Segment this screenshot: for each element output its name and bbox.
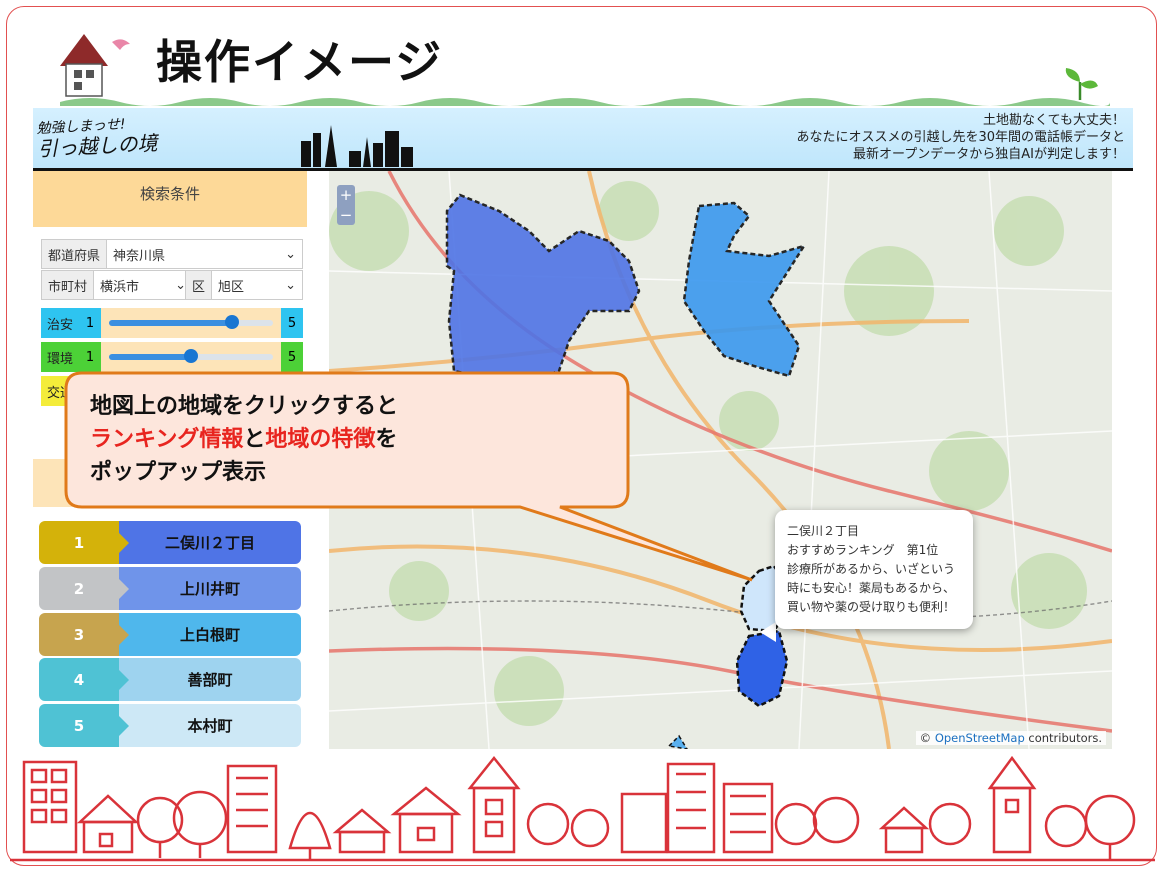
- chevron-down-icon: ⌄: [285, 277, 296, 293]
- prefecture-label: 都道府県: [42, 240, 108, 268]
- app-header: 勉強しまっせ! 引っ越しの境 土地勘なくても大丈夫！ あなたにオススメの引越し先…: [33, 108, 1133, 171]
- callout-line-2: ランキング情報と地域の特徴を: [90, 423, 398, 456]
- attribution-suffix: contributors.: [1024, 731, 1102, 745]
- slider-safety: 治安 1 5: [41, 308, 303, 338]
- zoom-in-button[interactable]: +: [337, 185, 355, 205]
- slider-safety-handle[interactable]: [225, 315, 239, 329]
- ranking-item-4[interactable]: 4 善部町: [39, 658, 301, 701]
- slider-safety-fill: [109, 320, 232, 326]
- slide-title: 操作イメージ: [156, 35, 444, 89]
- skyline-icon: [301, 125, 413, 167]
- slider-safety-max: 5: [281, 308, 303, 338]
- ward-select[interactable]: 区 旭区 ⌄: [185, 270, 303, 300]
- ward-label: 区: [186, 271, 213, 299]
- osm-link[interactable]: OpenStreetMap: [935, 731, 1025, 745]
- zoom-out-button[interactable]: −: [337, 205, 355, 225]
- ward-value: 旭区: [218, 279, 245, 295]
- slider-safety-track[interactable]: [109, 315, 273, 329]
- app-logo[interactable]: 勉強しまっせ! 引っ越しの境: [36, 113, 159, 162]
- slider-environment-track[interactable]: [109, 349, 273, 363]
- city-select[interactable]: 市町村 横浜市 ⌄: [41, 270, 193, 300]
- house-icon: [60, 34, 130, 97]
- rank-name: 善部町: [119, 658, 301, 701]
- ranking-item-3[interactable]: 3 上白根町: [39, 613, 301, 656]
- map-attribution: © OpenStreetMap contributors.: [915, 731, 1106, 745]
- ranking-item-2[interactable]: 2 上川井町: [39, 567, 301, 610]
- callout-and: と: [243, 427, 266, 452]
- tagline-line-3: 最新オープンデータから独自AIが判定します！: [853, 147, 1125, 162]
- logo-line-2: 引っ越しの境: [36, 130, 159, 162]
- rank-number: 1: [39, 521, 129, 564]
- slider-safety-min: 1: [79, 308, 101, 338]
- search-panel-title: 検索条件: [33, 171, 307, 227]
- callout-region-feature: 地域の特徴: [265, 427, 376, 452]
- tagline-line-1: 土地勘なくても大丈夫！: [983, 113, 1125, 128]
- tagline-line-2: あなたにオススメの引越し先を30年間の電話帳データと: [796, 130, 1125, 145]
- rank-name: 本村町: [119, 704, 301, 747]
- rank-number: 3: [39, 613, 129, 656]
- callout-line-3: ポップアップ表示: [90, 460, 267, 485]
- ranking-item-5[interactable]: 5 本村町: [39, 704, 301, 747]
- slider-environment: 環境 1 5: [41, 342, 303, 372]
- grass-divider: [60, 98, 1110, 106]
- ranking-item-1[interactable]: 1 二俣川２丁目: [39, 521, 301, 564]
- popup-body: 診療所があるから、いざという時にも安心！薬局もあるから、買い物や薬の受け取りも便…: [787, 562, 956, 614]
- popup-tail: [760, 622, 776, 642]
- rank-number: 5: [39, 704, 129, 747]
- slider-environment-min: 1: [79, 342, 101, 372]
- rank-name: 上川井町: [119, 567, 301, 610]
- prefecture-select[interactable]: 都道府県 神奈川県 ⌄: [41, 239, 303, 269]
- map-tiles: [329, 171, 1112, 749]
- app-tagline: 土地勘なくても大丈夫！ あなたにオススメの引越し先を30年間の電話帳データと 最…: [796, 112, 1125, 163]
- rank-name: 二俣川２丁目: [119, 521, 301, 564]
- map-popup: 二俣川２丁目 おすすめランキング 第1位 診療所があるから、いざという時にも安心…: [775, 510, 973, 629]
- city-value: 横浜市: [100, 279, 140, 295]
- popup-title: 二俣川２丁目: [787, 524, 860, 538]
- city-label: 市町村: [42, 271, 95, 299]
- slider-environment-handle[interactable]: [184, 349, 198, 363]
- slider-safety-label: 治安: [41, 308, 79, 338]
- callout-wo: を: [375, 427, 398, 452]
- zoom-control: + −: [337, 185, 355, 225]
- attribution-prefix: ©: [919, 731, 935, 745]
- prefecture-value: 神奈川県: [113, 248, 166, 264]
- slider-transport-label: 交通: [41, 376, 79, 406]
- map-view[interactable]: + − © OpenStreetMap contributors.: [329, 171, 1112, 749]
- slider-environment-fill: [109, 354, 191, 360]
- rank-number: 2: [39, 567, 129, 610]
- popup-rank: おすすめランキング 第1位: [787, 543, 939, 557]
- rank-number: 4: [39, 658, 129, 701]
- chevron-down-icon: ⌄: [285, 246, 296, 262]
- slider-environment-max: 5: [281, 342, 303, 372]
- rank-name: 上白根町: [119, 613, 301, 656]
- town-illustration: [10, 755, 1155, 862]
- callout-line-1: 地図上の地域をクリックすると: [90, 394, 399, 419]
- callout-ranking-info: ランキング情報: [90, 427, 244, 452]
- slider-environment-label: 環境: [41, 342, 79, 372]
- callout-text: 地図上の地域をクリックすると ランキング情報と地域の特徴を ポップアップ表示: [90, 390, 398, 489]
